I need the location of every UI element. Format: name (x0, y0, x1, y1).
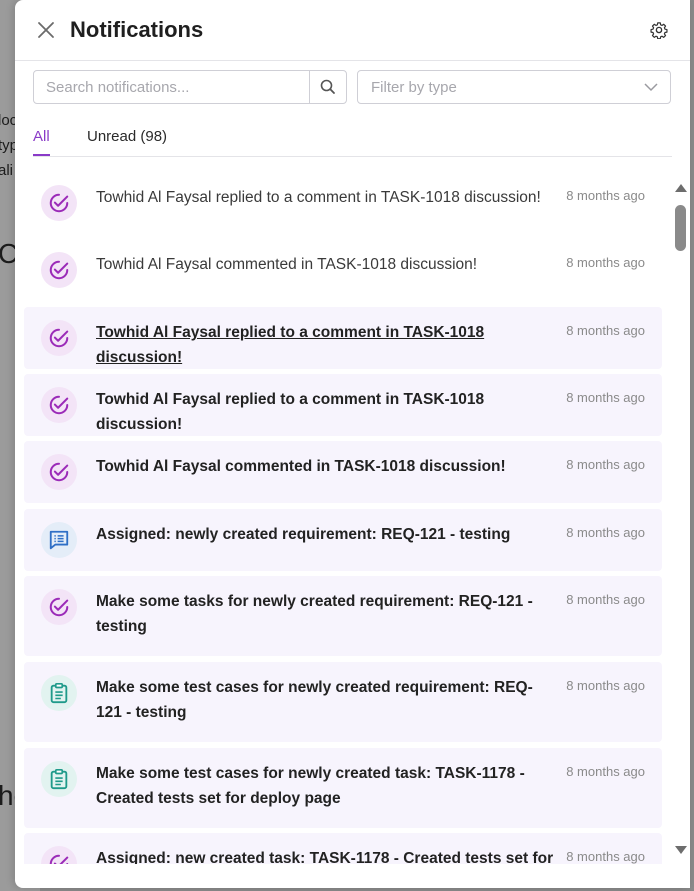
panel-title: Notifications (70, 17, 204, 42)
notification-text: Towhid Al Faysal commented in TASK-1018 … (96, 256, 478, 273)
notification-time: 8 months ago (566, 188, 645, 203)
task-check-icon (49, 854, 69, 864)
notification-time: 8 months ago (566, 592, 645, 607)
notification-item[interactable]: Make some test cases for newly created r… (24, 662, 662, 742)
task-check-icon (49, 260, 69, 280)
notification-time: 8 months ago (566, 764, 645, 779)
notification-item[interactable]: Assigned: new created task: TASK-1178 - … (24, 833, 662, 864)
notification-item[interactable]: Towhid Al Faysal commented in TASK-1018 … (24, 243, 662, 305)
notification-item[interactable]: Towhid Al Faysal commented in TASK-1018 … (24, 441, 662, 503)
notification-icon (41, 320, 77, 356)
notifications-panel: Notifications Filter by type All Unread … (15, 0, 690, 888)
gear-icon (650, 22, 668, 40)
scrollbar-thumb[interactable] (675, 205, 686, 251)
search-box (33, 70, 347, 104)
test-case-icon (50, 683, 68, 704)
chevron-down-icon (644, 83, 658, 92)
tab-all[interactable]: All (33, 128, 50, 156)
panel-header: Notifications (15, 0, 690, 61)
notification-time: 8 months ago (566, 323, 645, 338)
task-check-icon (49, 597, 69, 617)
notification-text: Towhid Al Faysal commented in TASK-1018 … (96, 458, 506, 475)
close-icon (38, 22, 54, 38)
notification-time: 8 months ago (566, 678, 645, 693)
scroll-up-arrow-icon[interactable] (675, 184, 687, 192)
notification-icon (41, 185, 77, 221)
notification-icon (41, 846, 77, 864)
notification-item[interactable]: Assigned: newly created requirement: REQ… (24, 509, 662, 571)
notification-text: Towhid Al Faysal replied to a comment in… (96, 324, 485, 366)
settings-button[interactable] (650, 21, 668, 40)
close-button[interactable] (35, 19, 57, 41)
notification-text: Make some tasks for newly created requir… (96, 593, 533, 635)
notification-time: 8 months ago (566, 390, 645, 405)
tabs: All Unread (98) (33, 118, 672, 157)
notification-time: 8 months ago (566, 255, 645, 270)
notification-icon (41, 387, 77, 423)
notification-list: Towhid Al Faysal replied to a comment in… (15, 176, 675, 864)
task-check-icon (49, 462, 69, 482)
notification-text: Assigned: new created task: TASK-1178 - … (96, 850, 554, 864)
notification-time: 8 months ago (566, 525, 645, 540)
search-button[interactable] (309, 71, 346, 103)
scrollbar[interactable] (672, 176, 690, 864)
notification-icon (41, 675, 77, 711)
notification-icon (41, 589, 77, 625)
notification-item[interactable]: Towhid Al Faysal replied to a comment in… (24, 176, 662, 238)
notification-item[interactable]: Make some test cases for newly created t… (24, 748, 662, 828)
notification-item[interactable]: Make some tasks for newly created requir… (24, 576, 662, 656)
tab-unread[interactable]: Unread (98) (87, 128, 167, 156)
task-check-icon (49, 193, 69, 213)
notification-icon (41, 454, 77, 490)
notification-icon (41, 761, 77, 797)
notification-text: Towhid Al Faysal replied to a comment in… (96, 391, 485, 433)
type-filter-select[interactable]: Filter by type (357, 70, 671, 104)
notification-icon (41, 522, 77, 558)
notification-item[interactable]: Towhid Al Faysal replied to a comment in… (24, 307, 662, 369)
notification-text: Make some test cases for newly created r… (96, 679, 533, 721)
task-check-icon (49, 328, 69, 348)
notification-text: Make some test cases for newly created t… (96, 765, 525, 807)
search-icon (320, 79, 335, 94)
notification-time: 8 months ago (566, 849, 645, 864)
notification-text: Towhid Al Faysal replied to a comment in… (96, 189, 541, 206)
background-text: ali (0, 162, 14, 179)
notification-time: 8 months ago (566, 457, 645, 472)
notification-icon (41, 252, 77, 288)
scroll-down-arrow-icon[interactable] (675, 846, 687, 854)
notification-item[interactable]: Towhid Al Faysal replied to a comment in… (24, 374, 662, 436)
filter-placeholder: Filter by type (371, 79, 457, 96)
requirement-icon (49, 530, 69, 550)
task-check-icon (49, 395, 69, 415)
test-case-icon (50, 769, 68, 790)
search-input[interactable] (34, 71, 312, 103)
notification-text: Assigned: newly created requirement: REQ… (96, 526, 511, 543)
